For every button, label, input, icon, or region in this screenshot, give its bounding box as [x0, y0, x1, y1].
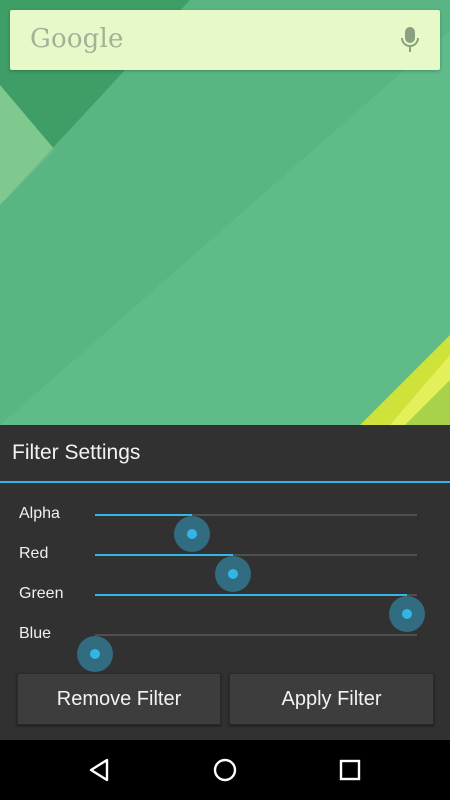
slider-label-alpha: Alpha — [19, 505, 60, 522]
slider-label-blue: Blue — [19, 625, 52, 642]
slider-row-alpha: Alpha — [0, 495, 450, 552]
recents-icon[interactable] — [337, 757, 363, 783]
back-icon[interactable] — [87, 757, 113, 783]
slider-fill — [95, 594, 408, 596]
slider-green[interactable] — [95, 594, 426, 632]
mic-icon[interactable] — [398, 26, 422, 54]
google-logo: Google — [30, 24, 124, 54]
remove-filter-button[interactable]: Remove Filter — [17, 673, 221, 725]
slider-alpha[interactable] — [95, 514, 417, 552]
slider-fill — [95, 554, 234, 556]
navigation-bar — [0, 740, 450, 800]
slider-row-green: Green — [0, 575, 450, 632]
dialog-title: Filter Settings — [12, 441, 141, 464]
slider-thumb[interactable] — [77, 636, 113, 672]
slider-row-red: Red — [0, 535, 450, 592]
slider-red[interactable] — [95, 554, 417, 592]
home-icon[interactable] — [212, 757, 238, 783]
slider-row-blue: Blue — [0, 615, 450, 672]
slider-blue[interactable] — [77, 634, 417, 672]
slider-label-green: Green — [19, 585, 64, 602]
filter-settings-dialog: Filter Settings Alpha Red Green Blue Rem… — [0, 425, 450, 740]
apply-filter-button[interactable]: Apply Filter — [229, 673, 434, 725]
slider-label-red: Red — [19, 545, 49, 562]
search-bar[interactable]: Google — [10, 10, 440, 70]
title-divider — [0, 481, 450, 483]
slider-fill — [95, 514, 192, 516]
